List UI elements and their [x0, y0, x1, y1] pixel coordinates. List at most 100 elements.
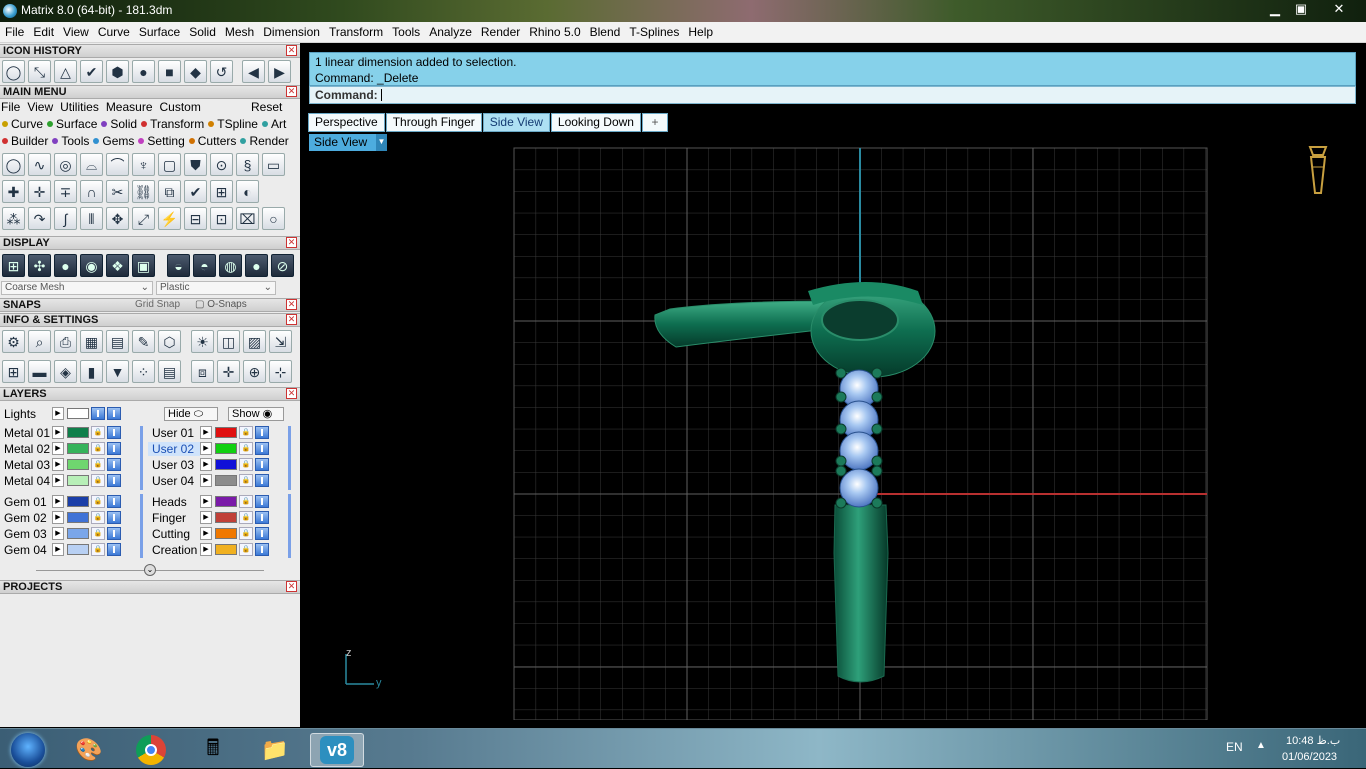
tab-looking-down[interactable]: Looking Down — [550, 113, 641, 132]
check-icon[interactable]: ✔ — [80, 60, 103, 83]
layer-visibility-toggle[interactable] — [255, 474, 269, 487]
reset-button[interactable]: Reset — [251, 100, 282, 114]
flow-icon[interactable]: ⚡ — [158, 207, 181, 230]
layer-row[interactable]: Metal 04 ▶ 🔒 — [0, 473, 121, 488]
document-icon[interactable]: ▤ — [106, 330, 129, 353]
pencil-icon[interactable]: ✎ — [132, 330, 155, 353]
layer-expand-icon[interactable]: ▶ — [200, 426, 212, 439]
layer-row[interactable]: User 01 ▶ 🔒 — [148, 425, 269, 440]
layers-icon[interactable]: ▦ — [80, 330, 103, 353]
viewport-layout-icon[interactable]: ⊞ — [2, 360, 25, 383]
restore-button[interactable]: ▣ — [1288, 0, 1314, 18]
layer-row[interactable]: User 02 ▶ 🔒 — [148, 441, 269, 456]
tab-side-view[interactable]: Side View — [482, 113, 550, 132]
render-sphere-icon[interactable]: ◐ — [236, 180, 259, 203]
scale-icon[interactable]: ⤢ — [132, 207, 155, 230]
circle-curve-icon[interactable]: ◯ — [2, 153, 25, 176]
layer-visibility-toggle[interactable] — [255, 442, 269, 455]
matrix-taskbar-icon[interactable]: v8 — [310, 733, 364, 767]
layer-color-swatch[interactable] — [215, 459, 237, 470]
filter-icon[interactable]: ▼ — [106, 360, 129, 383]
layer-expand-icon[interactable]: ▶ — [200, 474, 212, 487]
layer-expand-icon[interactable]: ▶ — [200, 495, 212, 508]
layer-visibility-toggle[interactable] — [107, 407, 121, 420]
mirror-icon[interactable]: ⫴ — [80, 207, 103, 230]
spline-icon[interactable]: ∿ — [28, 153, 51, 176]
layer-visibility-toggle[interactable] — [107, 442, 121, 455]
main-menu-solid[interactable]: Solid — [101, 117, 137, 131]
layer-row[interactable]: Gem 02 ▶ 🔒 — [0, 510, 121, 525]
mesh-select[interactable]: Coarse Mesh ⌄ — [1, 281, 153, 295]
layer-row[interactable]: Gem 04 ▶ 🔒 — [0, 542, 121, 557]
menu-file[interactable]: File — [0, 22, 28, 39]
properties-icon[interactable]: ▤ — [158, 360, 181, 383]
shield-icon[interactable]: ⛊ — [184, 153, 207, 176]
main-menu-surface[interactable]: Surface — [47, 117, 97, 131]
layer-expand-icon[interactable]: ▶ — [52, 495, 64, 508]
layer-visibility-toggle[interactable] — [107, 527, 121, 540]
menu-blend[interactable]: Blend — [585, 22, 625, 39]
layer-row[interactable]: Finger ▶ 🔒 — [148, 510, 269, 525]
layer-expand-icon[interactable]: ▶ — [52, 407, 64, 420]
main-menu-utilities[interactable]: Utilities — [60, 100, 99, 114]
layer-color-swatch[interactable] — [67, 528, 89, 539]
main-menu-builder[interactable]: Builder — [2, 134, 48, 148]
lock-icon[interactable]: 🔒 — [239, 426, 253, 439]
prong-icon[interactable]: ♆ — [132, 153, 155, 176]
monitor-icon[interactable]: ▬ — [28, 360, 51, 383]
search-icon[interactable]: ⌕ — [28, 330, 51, 353]
trim-icon[interactable]: ✂ — [106, 180, 129, 203]
select-points-icon[interactable]: ⁘ — [132, 360, 155, 383]
sphere-icon[interactable]: ● — [132, 60, 155, 83]
array-icon[interactable]: ⁂ — [2, 207, 25, 230]
command-line[interactable]: Command: — [309, 86, 1356, 104]
layer-color-swatch[interactable] — [67, 544, 89, 555]
center-icon[interactable]: ✛ — [217, 360, 240, 383]
layer-row[interactable]: User 04 ▶ 🔒 — [148, 473, 269, 488]
layer-row[interactable]: Gem 01 ▶ 🔒 — [0, 494, 121, 509]
lock-icon[interactable]: 🔒 — [91, 426, 105, 439]
menu-solid[interactable]: Solid — [184, 22, 220, 39]
lock-icon[interactable]: 🔒 — [239, 511, 253, 524]
clock-time[interactable]: 10:48 ب.ظ — [1286, 734, 1340, 747]
layer-color-swatch[interactable] — [215, 544, 237, 555]
main-menu-render[interactable]: Render — [240, 134, 289, 148]
layer-expand-icon[interactable]: ▶ — [200, 543, 212, 556]
layer-visibility-toggle[interactable] — [107, 458, 121, 471]
lock-icon[interactable]: 🔒 — [91, 495, 105, 508]
curve-icon[interactable]: ⤡ — [28, 60, 51, 83]
main-menu-view[interactable]: View — [27, 100, 53, 114]
layer-row[interactable]: Metal 03 ▶ 🔒 — [0, 457, 121, 472]
layer-visibility-toggle[interactable] — [255, 458, 269, 471]
menu-dimension[interactable]: Dimension — [258, 22, 324, 39]
layer-row[interactable]: User 03 ▶ 🔒 — [148, 457, 269, 472]
layer-row[interactable]: Creation ▶ 🔒 — [148, 542, 269, 557]
lock-icon[interactable]: 🔒 — [91, 442, 105, 455]
close-icon[interactable]: ✕ — [286, 581, 297, 592]
menu-edit[interactable]: Edit — [28, 22, 58, 39]
menu-rhino-5-0[interactable]: Rhino 5.0 — [524, 22, 584, 39]
main-menu-transform[interactable]: Transform — [141, 117, 204, 131]
menu-transform[interactable]: Transform — [324, 22, 387, 39]
technical-icon[interactable]: ▣ — [132, 254, 155, 277]
layer-expand-icon[interactable]: ▶ — [52, 442, 64, 455]
ring-icon[interactable]: ◎ — [54, 153, 77, 176]
gem-icon[interactable]: ⬢ — [106, 60, 129, 83]
layer-color-swatch[interactable] — [215, 512, 237, 523]
layer-color-swatch[interactable] — [67, 427, 89, 438]
layer-expand-icon[interactable]: ▶ — [200, 458, 212, 471]
close-icon[interactable]: ✕ — [286, 314, 297, 325]
layer-color-swatch[interactable] — [67, 459, 89, 470]
close-icon[interactable]: ✕ — [286, 237, 297, 248]
sweep-icon[interactable]: ∫ — [54, 207, 77, 230]
tray-expand-icon[interactable]: ▲ — [1256, 740, 1266, 751]
layer-visibility-toggle[interactable] — [107, 426, 121, 439]
layer-visibility-toggle[interactable] — [107, 543, 121, 556]
book-icon[interactable]: ▮ — [80, 360, 103, 383]
layer-color-swatch[interactable] — [215, 528, 237, 539]
lock-icon[interactable]: 🔒 — [91, 511, 105, 524]
export-icon[interactable]: ⇲ — [269, 330, 292, 353]
main-menu-setting[interactable]: Setting — [138, 134, 185, 148]
chain-icon[interactable]: ⧉ — [158, 180, 181, 203]
lock-icon[interactable]: 🔒 — [91, 543, 105, 556]
